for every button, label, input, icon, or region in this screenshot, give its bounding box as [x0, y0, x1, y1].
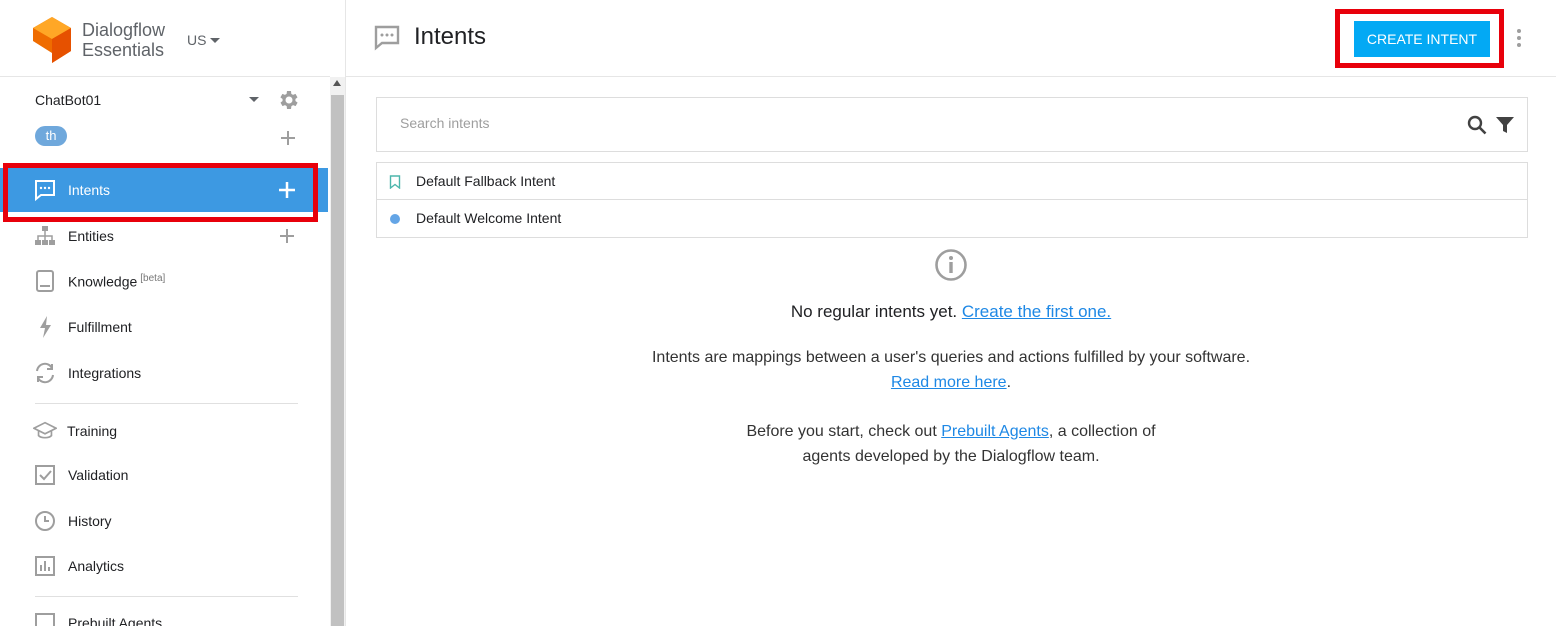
prebuilt-note-text: Before you start, check out	[746, 423, 942, 440]
sidebar-item-history[interactable]: History	[0, 499, 328, 543]
create-intent-button[interactable]: CREATE INTENT	[1354, 21, 1490, 57]
search-bar	[376, 97, 1528, 152]
empty-heading-text: No regular intents yet.	[790, 302, 962, 321]
analytics-icon	[33, 554, 57, 578]
brand-name: Dialogflow Essentials	[82, 20, 165, 60]
scroll-up-arrow-icon[interactable]	[333, 80, 341, 86]
add-language-icon[interactable]	[278, 128, 298, 148]
intents-title-icon	[374, 25, 400, 51]
sidebar-item-validation[interactable]: Validation	[0, 453, 328, 497]
brand-line1: Dialogflow	[82, 20, 166, 40]
empty-description-text: Intents are mappings between a user's qu…	[651, 349, 1251, 366]
region-label: US	[187, 32, 207, 48]
sidebar-item-label: Entities	[68, 228, 114, 244]
sidebar-item-label: Fulfillment	[68, 319, 132, 335]
validation-icon	[33, 463, 57, 487]
sidebar-item-fulfillment[interactable]: Fulfillment	[0, 305, 328, 349]
sidebar-divider	[35, 403, 298, 404]
empty-heading: No regular intents yet. Create the first…	[646, 302, 1256, 322]
training-icon	[33, 419, 57, 443]
sidebar: Dialogflow Essentials US ChatBot01 th In…	[0, 0, 330, 626]
dialogflow-console: Dialogflow Essentials US ChatBot01 th In…	[0, 0, 1556, 626]
language-chip[interactable]: th	[35, 126, 67, 146]
empty-description-end: .	[1006, 374, 1012, 391]
intent-row-fallback[interactable]: Default Fallback Intent	[377, 163, 1527, 200]
search-input[interactable]	[400, 115, 1400, 131]
add-entity-icon[interactable]	[277, 226, 297, 246]
agent-dropdown-icon[interactable]	[249, 97, 259, 102]
read-more-link[interactable]: Read more here	[891, 374, 1007, 391]
fulfillment-icon	[33, 315, 57, 339]
knowledge-icon	[33, 269, 57, 293]
sidebar-item-training[interactable]: Training	[0, 409, 328, 453]
create-first-intent-link[interactable]: Create the first one.	[962, 302, 1111, 321]
sidebar-item-knowledge[interactable]: Knowledge [beta]	[0, 259, 328, 303]
sidebar-item-analytics[interactable]: Analytics	[0, 544, 328, 588]
intent-list: Default Fallback Intent Default Welcome …	[376, 162, 1528, 238]
region-selector[interactable]: US	[187, 32, 221, 48]
more-options-icon[interactable]	[1514, 28, 1524, 48]
search-icon[interactable]	[1467, 115, 1487, 135]
sidebar-item-label: Knowledge [beta]	[68, 273, 165, 290]
sidebar-item-label: Analytics	[68, 558, 125, 574]
prebuilt-agents-link[interactable]: Prebuilt Agents	[941, 423, 1049, 440]
bookmark-outline-icon	[389, 175, 401, 189]
intent-row-welcome[interactable]: Default Welcome Intent	[377, 200, 1527, 237]
sidebar-item-prebuilt-agents[interactable]: Prebuilt Agents	[0, 601, 328, 626]
dialogflow-logo-icon[interactable]	[33, 17, 71, 63]
add-intent-icon[interactable]	[277, 180, 297, 200]
sidebar-item-label: Training	[67, 423, 118, 439]
empty-description: Intents are mappings between a user's qu…	[646, 345, 1256, 395]
beta-badge: [beta]	[140, 272, 166, 284]
intents-icon	[33, 178, 57, 202]
filter-icon[interactable]	[1495, 115, 1515, 135]
history-icon	[33, 509, 57, 533]
gear-icon[interactable]	[276, 88, 300, 112]
main-header: Intents CREATE INTENT	[346, 0, 1556, 77]
dot-icon	[390, 214, 400, 224]
knowledge-label: Knowledge	[68, 273, 138, 290]
sidebar-item-label: Prebuilt Agents	[68, 615, 163, 626]
info-icon	[935, 249, 967, 281]
sidebar-item-intents[interactable]: Intents	[0, 168, 328, 212]
prebuilt-agents-note: Before you start, check out Prebuilt Age…	[646, 419, 1256, 469]
page-title: Intents	[414, 23, 487, 50]
sidebar-item-label: Integrations	[68, 365, 142, 381]
empty-state: No regular intents yet. Create the first…	[646, 248, 1256, 469]
intent-name: Default Fallback Intent	[416, 173, 556, 189]
sidebar-item-label: History	[68, 513, 112, 529]
sidebar-item-label: Validation	[68, 467, 129, 483]
sidebar-divider	[35, 596, 298, 597]
entities-icon	[33, 224, 57, 248]
prebuilt-agents-icon	[33, 611, 57, 626]
main-panel: Intents CREATE INTENT Default Fallback I…	[346, 0, 1556, 626]
integrations-icon	[33, 361, 57, 385]
brand-line2: Essentials	[82, 40, 165, 60]
sidebar-item-entities[interactable]: Entities	[0, 214, 328, 258]
sidebar-item-integrations[interactable]: Integrations	[0, 351, 328, 395]
sidebar-header: Dialogflow Essentials US	[0, 0, 330, 77]
sidebar-scroll-thumb[interactable]	[331, 95, 344, 626]
agent-name: ChatBot01	[35, 92, 102, 108]
sidebar-item-label: Intents	[68, 182, 111, 198]
chevron-down-icon	[210, 37, 221, 43]
intent-name: Default Welcome Intent	[416, 210, 562, 226]
